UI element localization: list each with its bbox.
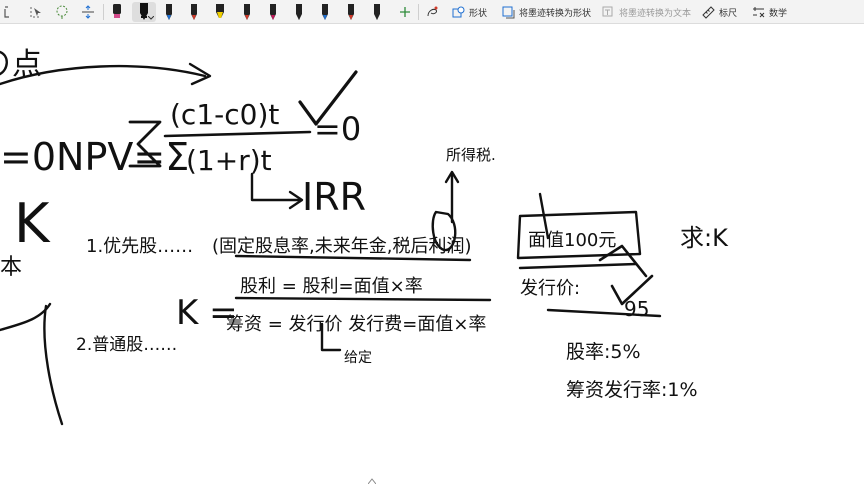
face-value: 面值100元 [528, 230, 616, 251]
underline-2 [234, 296, 492, 302]
ruler-label: 标尺 [719, 7, 738, 18]
point-label: 点 [12, 47, 42, 82]
shapes-icon [452, 6, 465, 17]
pen-button-3[interactable] [187, 2, 201, 22]
ruler-icon [702, 5, 715, 19]
left-descender [43, 304, 64, 426]
denominator-text: (1+r)t [186, 144, 272, 177]
highlighter-icon [216, 4, 224, 18]
convert-shape-icon [502, 6, 515, 18]
cost-suffix: 本 [0, 255, 22, 280]
convert-text-icon [602, 6, 613, 16]
ink-to-shape-icon [427, 6, 438, 17]
npv-formula: =0NPV=Σ [0, 135, 189, 179]
pen-button-5[interactable] [266, 2, 280, 22]
ink-canvas[interactable]: 点 =0NPV=Σ (c1-c0)t (1+r)t =0 IRR 所得税. K … [0, 24, 864, 486]
math-button[interactable]: 数学 [752, 2, 794, 22]
big-k: K [14, 192, 51, 255]
pen-button-8[interactable] [344, 2, 358, 22]
underline-3 [518, 262, 638, 270]
pen-button-9[interactable] [370, 2, 384, 22]
numerator-text: (c1-c0)t [170, 98, 279, 131]
pen-icon [374, 4, 380, 20]
pen-button-2[interactable] [162, 2, 176, 22]
pen-icon [244, 4, 250, 20]
highlighter-button[interactable] [212, 2, 228, 22]
drawing-toolbar: 形状 将墨迹转换为形状 将墨迹转换为文本 标尺 数学 [0, 0, 864, 24]
ink-select-button[interactable] [26, 2, 46, 22]
irr-arrow-shaft [250, 172, 302, 202]
shape-select-icon [30, 7, 41, 18]
issue-price-label: 发行价: [520, 278, 580, 299]
ink-to-text-label: 将墨迹转换为文本 [619, 7, 692, 18]
lasso-select-button[interactable] [2, 2, 18, 22]
eraser-button[interactable] [108, 2, 126, 22]
pen-icon [322, 4, 328, 20]
item1-detail: (固定股息率,未来年金,税后利润) [212, 236, 472, 257]
math-icon [753, 6, 765, 17]
formula-top: 股利 = 股利=面值×率 [240, 276, 423, 297]
solve-k: 求:K [680, 224, 729, 252]
issue-fee-rate: 筹资发行率:1% [566, 379, 698, 401]
pen-icon [296, 4, 302, 20]
ink-to-shape-label: 将墨迹转换为形状 [519, 7, 592, 18]
item1-preferred-stock: 1.优先股…… [86, 236, 193, 257]
ruler-button[interactable]: 标尺 [702, 2, 744, 22]
lasso-button[interactable] [52, 2, 72, 22]
chevron-down-icon [148, 16, 154, 20]
add-pen-button[interactable] [396, 2, 414, 22]
pen-button-7[interactable] [318, 2, 332, 22]
handwriting-layer: 点 =0NPV=Σ (c1-c0)t (1+r)t =0 IRR 所得税. K … [0, 47, 729, 426]
toolbar-divider [418, 4, 419, 20]
dividend-rate: 股率:5% [566, 341, 641, 363]
pen-icon [348, 4, 354, 20]
shape-button[interactable]: 形状 [452, 2, 492, 22]
irr-text: IRR [302, 175, 366, 219]
plus-icon [400, 7, 410, 17]
equals-zero: =0 [314, 110, 361, 148]
pen-button-6[interactable] [292, 2, 306, 22]
ink-to-shape-button[interactable]: 将墨迹转换为形状 [502, 2, 594, 22]
fee-note: 给定 [344, 350, 372, 366]
scroll-up-icon[interactable] [368, 478, 376, 484]
lasso-select-icon [4, 6, 9, 18]
paren-stroke [0, 50, 8, 76]
pen-icon [166, 4, 172, 20]
formula-bottom: 筹资 = 发行价 发行费=面值×率 [226, 314, 486, 335]
add-space-icon [82, 5, 94, 19]
left-arc [0, 302, 52, 332]
pen-icon [270, 4, 276, 20]
shape-label: 形状 [469, 7, 488, 18]
ink-replay-button[interactable] [423, 2, 441, 22]
pen-button-4[interactable] [240, 2, 254, 22]
pen-icon [191, 4, 197, 20]
issue-price-value: 95 [624, 297, 649, 321]
item2-common-stock: 2.普通股…… [76, 335, 177, 355]
add-space-button[interactable] [78, 2, 98, 22]
eraser-icon [113, 4, 121, 18]
ink-to-text-button[interactable]: 将墨迹转换为文本 [602, 2, 694, 22]
pen-button-1[interactable] [132, 2, 156, 22]
tax-label: 所得税. [446, 146, 496, 164]
math-label: 数学 [769, 7, 788, 18]
lasso-icon [56, 5, 68, 19]
toolbar-divider [103, 4, 104, 20]
